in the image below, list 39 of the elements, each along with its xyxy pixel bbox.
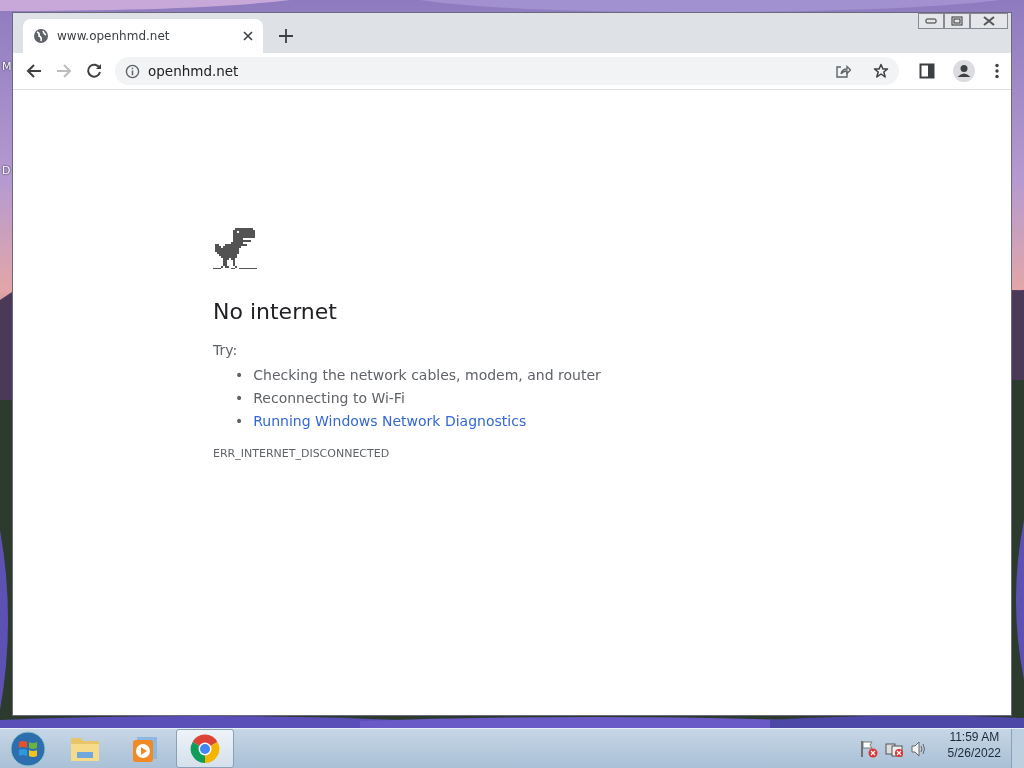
browser-icon	[189, 732, 221, 765]
play-icon	[131, 734, 159, 763]
dinosaur-icon	[213, 228, 257, 272]
clock-date[interactable]: 5/26/2022	[947, 745, 1001, 761]
close-icon[interactable]	[243, 31, 253, 41]
error-heading: No internet	[213, 298, 338, 326]
clock-time[interactable]: 11:59 AM	[949, 729, 1000, 745]
minimize-icon	[925, 18, 937, 24]
try-label: Try:	[213, 342, 239, 358]
flag-icon[interactable]	[859, 739, 878, 758]
globe-icon	[33, 28, 49, 44]
share-icon[interactable]	[835, 63, 851, 79]
taskbar-app-button[interactable]	[176, 729, 234, 768]
list-bullet: •	[235, 389, 244, 408]
plus-icon	[279, 29, 293, 43]
list-bullet: •	[235, 366, 244, 385]
address-bar[interactable]: openhmd.net	[115, 57, 899, 85]
info-icon[interactable]	[125, 63, 140, 79]
error-code: ERR_INTERNET_DISCONNECTED	[213, 447, 390, 460]
star-icon[interactable]	[873, 63, 889, 79]
close-button[interactable]	[970, 13, 1008, 29]
diagnostics-link[interactable]: Running Windows Network Diagnostics	[253, 410, 527, 433]
restore-icon	[951, 16, 963, 26]
restore-button[interactable]	[944, 13, 970, 29]
speaker-icon[interactable]	[909, 739, 928, 758]
suggestion-text: Checking the network cables, modem, and router	[253, 366, 601, 385]
person-icon	[953, 60, 975, 82]
forward-arrow-icon	[55, 62, 73, 80]
tab-title: www.openhmd.net	[57, 29, 171, 43]
menu-icon	[995, 63, 999, 79]
side-panel-icon	[919, 63, 935, 79]
back-arrow-icon	[25, 62, 43, 80]
minimize-button[interactable]	[918, 13, 944, 29]
list-bullet: •	[235, 412, 244, 431]
reload-icon	[85, 62, 103, 80]
suggestion-text: Reconnecting to Wi-Fi	[253, 389, 405, 408]
close-icon	[983, 16, 995, 26]
browser-tab[interactable]: www.openhmd.net	[23, 19, 263, 53]
url-text: openhmd.net	[148, 63, 240, 79]
